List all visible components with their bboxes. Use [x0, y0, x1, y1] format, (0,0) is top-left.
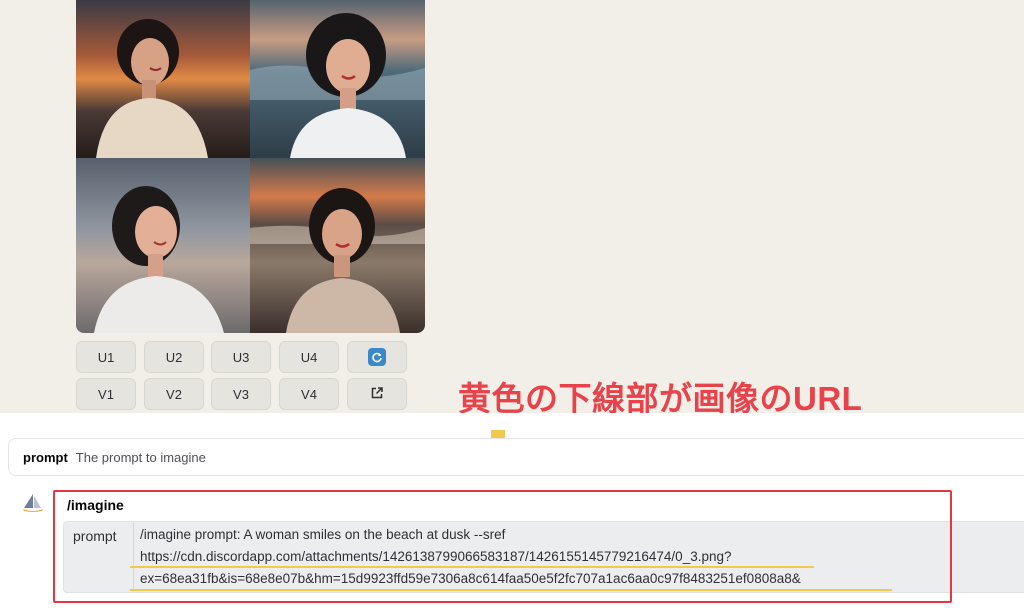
variation-button-4[interactable]: V4 [279, 378, 339, 410]
option-name: prompt [23, 449, 68, 465]
upscale-button-4[interactable]: U4 [279, 341, 339, 373]
external-link-icon [370, 386, 384, 403]
upscale-button-2[interactable]: U2 [144, 341, 204, 373]
bot-avatar-icon [22, 494, 44, 517]
share-button[interactable] [347, 378, 407, 410]
variation-button-1[interactable]: V1 [76, 378, 136, 410]
variation-button-3[interactable]: V3 [211, 378, 271, 410]
upscale-button-1[interactable]: U1 [76, 341, 136, 373]
upscale-button-3[interactable]: U3 [211, 341, 271, 373]
option-description: The prompt to imagine [75, 449, 206, 465]
prompt-option-hint: prompt The prompt to imagine [8, 438, 1024, 476]
generated-image-4[interactable] [250, 158, 425, 333]
refresh-icon [368, 348, 386, 366]
generated-image-2[interactable] [250, 0, 425, 158]
variation-button-2[interactable]: V2 [144, 378, 204, 410]
reroll-button[interactable] [347, 341, 407, 373]
generated-image-grid[interactable] [76, 0, 425, 333]
highlight-box [53, 490, 952, 603]
generated-image-3[interactable] [76, 158, 250, 333]
generated-image-1[interactable] [76, 0, 250, 158]
